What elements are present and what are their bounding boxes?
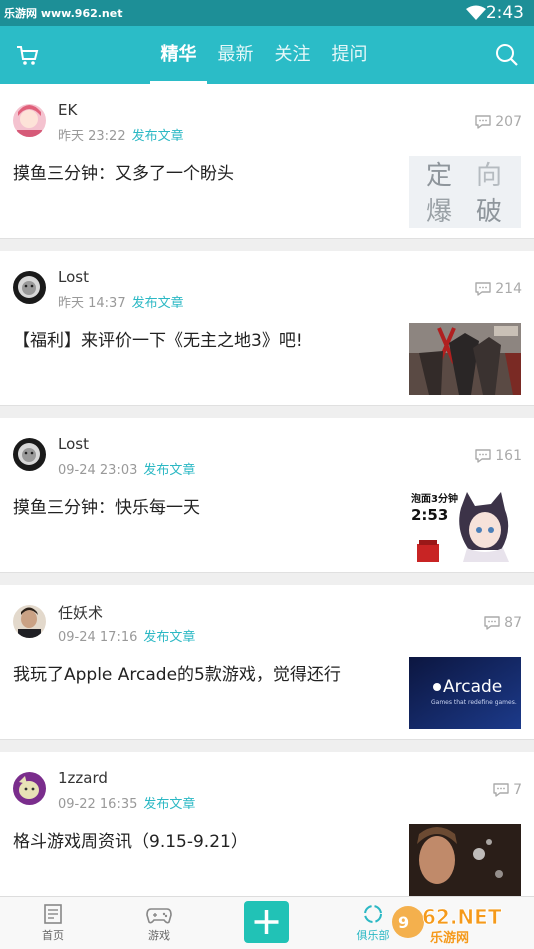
post-meta: 09-24 23:03 发布文章 bbox=[58, 459, 195, 478]
username[interactable]: Lost bbox=[58, 268, 89, 286]
comment-count-value: 161 bbox=[495, 448, 522, 464]
nav-club-label: 俱乐部 bbox=[356, 929, 390, 942]
post-meta: 昨天 23:22 发布文章 bbox=[58, 125, 184, 144]
post-time: 昨天 23:22 bbox=[58, 129, 126, 144]
svg-text:乐游网: 乐游网 bbox=[430, 930, 469, 946]
thumb-caption: 泡面3分钟 bbox=[411, 492, 458, 505]
post-thumbnail[interactable]: 定 向 爆 破 bbox=[409, 156, 521, 228]
comment-count[interactable]: 207 bbox=[474, 114, 522, 130]
thumb-timer: 2:53 bbox=[411, 506, 448, 524]
status-bar: 乐游网 www.962.net 2:43 bbox=[0, 0, 534, 26]
username[interactable]: EK bbox=[58, 101, 77, 119]
post-card[interactable]: 1zzard 09-22 16:35 发布文章 7 格斗游戏周资讯（9.15-9.… bbox=[0, 752, 534, 907]
post-thumbnail[interactable]: Arcade Games that redefine games. bbox=[409, 657, 521, 729]
comment-count-value: 214 bbox=[495, 281, 522, 297]
post-meta: 09-24 17:16 发布文章 bbox=[58, 626, 195, 645]
search-icon[interactable] bbox=[494, 42, 520, 68]
post-thumbnail[interactable]: 泡面3分钟 2:53 bbox=[409, 490, 521, 562]
nav-home-label: 首页 bbox=[42, 929, 64, 942]
nav-games-label: 游戏 bbox=[148, 929, 170, 942]
post-card[interactable]: Lost 09-24 23:03 发布文章 161 摸鱼三分钟：快乐每一天 泡面3… bbox=[0, 418, 534, 573]
thumb-char: 定 bbox=[426, 161, 452, 191]
avatar[interactable] bbox=[13, 772, 46, 805]
tab-featured[interactable]: 精华 bbox=[150, 26, 207, 84]
comment-icon bbox=[475, 115, 491, 129]
post-title[interactable]: 【福利】来评价一下《无主之地3》吧! bbox=[13, 326, 303, 351]
thumb-char: 爆 bbox=[426, 197, 452, 227]
post-card[interactable]: EK 昨天 23:22 发布文章 207 摸鱼三分钟：又多了一个盼头 定 向 爆 … bbox=[0, 84, 534, 239]
comment-count[interactable]: 7 bbox=[492, 782, 522, 798]
top-header: 精华 最新 关注 提问 bbox=[0, 26, 534, 84]
gamepad-icon bbox=[146, 908, 172, 924]
post-thumbnail[interactable] bbox=[409, 323, 521, 395]
post-time: 09-24 17:16 bbox=[58, 630, 138, 645]
home-icon bbox=[44, 904, 62, 924]
divider bbox=[0, 740, 534, 752]
username[interactable]: Lost bbox=[58, 435, 89, 453]
tab-latest[interactable]: 最新 bbox=[207, 26, 264, 84]
comment-count[interactable]: 214 bbox=[474, 281, 522, 297]
comment-count[interactable]: 87 bbox=[483, 615, 522, 631]
post-card[interactable]: Lost 昨天 14:37 发布文章 214 【福利】来评价一下《无主之地3》吧! bbox=[0, 251, 534, 406]
plus-icon bbox=[254, 910, 279, 934]
tab-following[interactable]: 关注 bbox=[264, 26, 321, 84]
thumb-brand: Arcade bbox=[443, 677, 502, 697]
tab-questions[interactable]: 提问 bbox=[321, 26, 378, 84]
nav-home[interactable]: 首页 bbox=[23, 903, 83, 943]
comment-count-value: 87 bbox=[504, 615, 522, 631]
avatar[interactable] bbox=[13, 271, 46, 304]
comment-count-value: 207 bbox=[495, 114, 522, 130]
svg-text:9: 9 bbox=[398, 913, 409, 932]
comment-icon bbox=[493, 783, 509, 797]
comment-icon bbox=[484, 616, 500, 630]
svg-text:62.NET: 62.NET bbox=[422, 905, 502, 929]
username[interactable]: 任妖术 bbox=[58, 602, 103, 623]
avatar[interactable] bbox=[13, 438, 46, 471]
comment-icon bbox=[475, 449, 491, 463]
post-action: 发布文章 bbox=[143, 797, 196, 812]
comment-count[interactable]: 161 bbox=[474, 448, 522, 464]
post-action: 发布文章 bbox=[131, 129, 184, 144]
wifi-icon bbox=[466, 5, 486, 20]
nav-games[interactable]: 游戏 bbox=[129, 903, 189, 943]
avatar[interactable] bbox=[13, 605, 46, 638]
divider bbox=[0, 239, 534, 251]
post-meta: 09-22 16:35 发布文章 bbox=[58, 793, 195, 812]
post-title[interactable]: 我玩了Apple Arcade的5款游戏，觉得还行 bbox=[13, 660, 341, 685]
post-time: 昨天 14:37 bbox=[58, 296, 126, 311]
site-watermark-logo: 9 62.NET 乐游网 bbox=[392, 905, 502, 946]
clock: 2:43 bbox=[485, 3, 524, 23]
post-action: 发布文章 bbox=[143, 630, 196, 645]
avatar[interactable] bbox=[13, 104, 46, 137]
cart-icon[interactable] bbox=[14, 42, 40, 68]
divider bbox=[0, 573, 534, 585]
comment-icon bbox=[475, 282, 491, 296]
post-time: 09-24 23:03 bbox=[58, 463, 138, 478]
add-post-button[interactable] bbox=[244, 901, 289, 943]
watermark-text: 乐游网 www.962.net bbox=[4, 7, 123, 20]
comment-count-value: 7 bbox=[513, 782, 522, 798]
post-action: 发布文章 bbox=[143, 463, 196, 478]
post-feed: EK 昨天 23:22 发布文章 207 摸鱼三分钟：又多了一个盼头 定 向 爆 … bbox=[0, 84, 534, 907]
tab-bar: 精华 最新 关注 提问 bbox=[150, 26, 378, 84]
post-title[interactable]: 摸鱼三分钟：快乐每一天 bbox=[13, 493, 200, 518]
post-title[interactable]: 摸鱼三分钟：又多了一个盼头 bbox=[13, 159, 234, 184]
thumb-char: 破 bbox=[476, 197, 502, 227]
post-card[interactable]: 任妖术 09-24 17:16 发布文章 87 我玩了Apple Arcade的5… bbox=[0, 585, 534, 740]
post-time: 09-22 16:35 bbox=[58, 797, 138, 812]
post-title[interactable]: 格斗游戏周资讯（9.15-9.21） bbox=[13, 827, 248, 852]
club-icon bbox=[364, 905, 382, 923]
post-meta: 昨天 14:37 发布文章 bbox=[58, 292, 184, 311]
post-action: 发布文章 bbox=[131, 296, 184, 311]
post-thumbnail[interactable] bbox=[409, 824, 521, 896]
username[interactable]: 1zzard bbox=[58, 769, 108, 787]
thumb-tagline: Games that redefine games. bbox=[431, 699, 517, 706]
thumb-char: 向 bbox=[476, 161, 502, 191]
divider bbox=[0, 406, 534, 418]
